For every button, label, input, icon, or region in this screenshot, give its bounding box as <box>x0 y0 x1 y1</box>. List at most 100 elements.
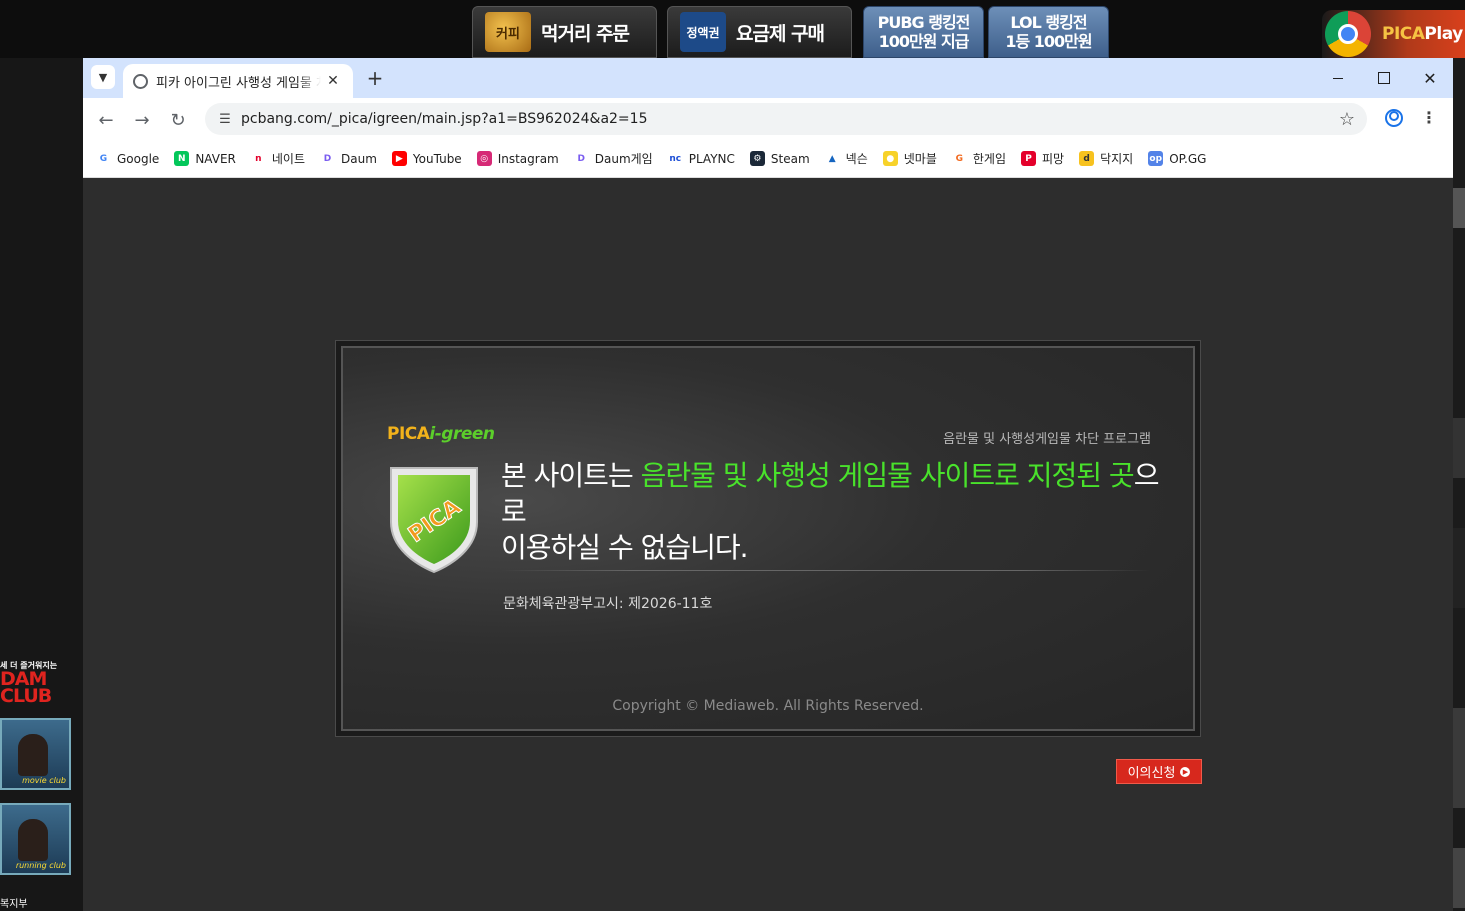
lol-ranking-line1: LOL 랭킹전 <box>1010 13 1087 32</box>
nexon-icon: ▲ <box>824 151 840 166</box>
bookmark-label: 네이트 <box>271 152 305 166</box>
active-tab[interactable]: 피카 아이그린 사행성 게임물 차단 ✕ <box>123 64 353 98</box>
new-tab-button[interactable]: + <box>365 66 385 90</box>
back-button[interactable]: ← <box>92 106 120 134</box>
page-content: PICAi-green 음란물 및 사행성게임물 차단 프로그램 PICA 본 … <box>83 178 1453 911</box>
block-notice-panel: PICAi-green 음란물 및 사행성게임물 차단 프로그램 PICA 본 … <box>341 346 1195 731</box>
lol-ranking-button[interactable]: LOL 랭킹전 1등 100만원 <box>988 6 1109 58</box>
food-order-label: 먹거리 주문 <box>541 22 630 45</box>
reload-icon: ↻ <box>170 109 186 131</box>
youtube-icon: ▶ <box>391 151 407 166</box>
pubg-ranking-button[interactable]: PUBG 랭킹전 100만원 지급 <box>863 6 984 58</box>
plan-purchase-label: 요금제 구매 <box>736 22 825 45</box>
running-club-thumbnail[interactable]: running club <box>0 803 71 875</box>
window-minimize-button[interactable] <box>1315 64 1361 92</box>
tab-strip: ▼ 피카 아이그린 사행성 게임물 차단 ✕ + ✕ <box>83 58 1453 98</box>
pubg-ranking-line1: PUBG 랭킹전 <box>877 13 971 32</box>
bookmark-item[interactable]: G Google <box>96 151 159 166</box>
block-notice-frame: PICAi-green 음란물 및 사행성게임물 차단 프로그램 PICA 본 … <box>335 340 1201 737</box>
globe-icon <box>133 73 148 89</box>
bookmark-label: 한게임 <box>972 152 1006 166</box>
address-bar[interactable]: ☰ pcbang.com/_pica/igreen/main.jsp?a1=BS… <box>205 103 1367 135</box>
bookmark-label: YouTube <box>412 151 462 166</box>
site-settings-icon[interactable]: ☰ <box>215 112 235 127</box>
bookmark-label: 넥슨 <box>845 152 868 166</box>
bookmarks-bar: G Google N NAVER n 네이트 D Daum ▶ YouTube ◎ Instagram… <box>83 140 1453 178</box>
hangame-icon: G <box>951 151 967 166</box>
naver-icon: N <box>174 151 190 166</box>
tab-search-button[interactable]: ▼ <box>91 65 115 89</box>
bookmark-label: Google <box>117 151 160 166</box>
arrow-right-icon: → <box>134 109 150 131</box>
bookmark-item[interactable]: nc PLAYNC <box>667 151 735 166</box>
bookmark-label: NAVER <box>195 151 236 166</box>
appeal-button[interactable]: 이의신청 ▶ <box>1116 759 1202 784</box>
message-prefix: 본 사이트는 <box>501 459 641 492</box>
bookmark-item[interactable]: G 한게임 <box>951 150 1006 167</box>
copyright-text: Copyright © Mediaweb. All Rights Reserve… <box>612 698 924 714</box>
chrome-icon <box>1325 11 1371 57</box>
desktop-right-panel <box>1453 58 1465 911</box>
bookmark-item[interactable]: P 피망 <box>1021 150 1064 167</box>
bookmark-item[interactable]: N NAVER <box>174 151 236 166</box>
pmang-icon: P <box>1021 151 1036 166</box>
running-club-caption: running club <box>15 861 66 870</box>
bookmark-star-icon[interactable]: ☆ <box>1339 109 1355 130</box>
bookmark-item[interactable]: D Daum <box>320 151 377 166</box>
bookmark-item[interactable]: ▶ YouTube <box>391 151 462 166</box>
window-close-button[interactable]: ✕ <box>1407 64 1453 92</box>
url-text[interactable]: pcbang.com/_pica/igreen/main.jsp?a1=BS96… <box>241 111 647 127</box>
arrow-right-circle-icon: ▶ <box>1180 766 1191 777</box>
bookmark-item[interactable]: n 네이트 <box>250 150 305 167</box>
bookmark-label: Instagram <box>497 151 559 166</box>
message-highlight: 음란물 및 사행성 게임물 사이트로 지정된 곳 <box>640 459 1135 492</box>
block-message: 본 사이트는 음란물 및 사행성 게임물 사이트로 지정된 곳으로 이용하실 수… <box>501 458 1161 566</box>
picaplay-label: PICAPlay <box>1382 24 1463 44</box>
forward-button[interactable]: → <box>128 106 156 134</box>
netmarble-icon: ● <box>882 151 898 166</box>
bookmark-item[interactable]: ● 넷마블 <box>882 150 937 167</box>
plaync-icon: nc <box>667 151 683 166</box>
window-maximize-button[interactable] <box>1361 64 1407 92</box>
message-line2: 이용하실 수 없습니다. <box>501 531 749 564</box>
bookmark-label: Daum <box>341 151 377 166</box>
dam-club-ad[interactable]: 세 더 즐거워지는 DAM CLUB <box>0 660 80 707</box>
food-order-button[interactable]: 커피 먹거리 주문 <box>472 6 657 58</box>
bookmark-item[interactable]: op OP.GG <box>1148 151 1206 166</box>
appeal-label: 이의신청 <box>1127 766 1176 781</box>
google-icon: G <box>96 151 111 166</box>
plus-icon: + <box>366 66 384 90</box>
reload-button[interactable]: ↻ <box>164 106 192 134</box>
bookmark-item[interactable]: D Daum게임 <box>573 150 653 167</box>
bookmark-item[interactable]: ⚙ Steam <box>749 151 810 166</box>
arrow-left-icon: ← <box>98 109 114 131</box>
ticket-icon: 정액권 <box>680 12 726 52</box>
instagram-icon: ◎ <box>476 151 492 166</box>
bookmark-item[interactable]: d 닥지지 <box>1079 150 1133 167</box>
profile-icon[interactable] <box>1385 109 1403 127</box>
steam-icon: ⚙ <box>749 151 765 166</box>
bookmark-item[interactable]: ◎ Instagram <box>476 151 559 166</box>
daum-game-icon: D <box>573 151 589 166</box>
plan-purchase-button[interactable]: 정액권 요금제 구매 <box>667 6 852 58</box>
bookmark-label: OP.GG <box>1169 151 1207 166</box>
tab-close-icon[interactable]: ✕ <box>325 73 341 89</box>
bookmark-label: PLAYNC <box>688 151 735 166</box>
bookmark-label: Daum게임 <box>594 152 653 166</box>
dam-club-title-line2: CLUB <box>0 685 52 707</box>
chevron-down-icon: ▼ <box>98 70 108 84</box>
dakgg-icon: d <box>1079 151 1095 166</box>
close-icon: ✕ <box>1423 68 1437 88</box>
movie-club-thumbnail[interactable]: movie club <box>0 718 71 790</box>
pica-shield-icon: PICA <box>390 467 478 574</box>
bookmark-item[interactable]: ▲ 넥슨 <box>824 150 868 167</box>
picaplay-launcher[interactable]: PICAPlay <box>1322 10 1465 58</box>
bookmark-label: Steam <box>770 151 810 166</box>
pica-igreen-logo: PICAi-green <box>387 424 495 444</box>
lol-ranking-line2: 1등 100만원 <box>1005 32 1092 51</box>
desktop-bottom-text: 복지부 <box>0 899 28 910</box>
kebab-menu-icon[interactable]: ⋮ <box>1421 108 1437 127</box>
opgg-icon: op <box>1148 151 1164 166</box>
program-label: 음란물 및 사행성게임물 차단 프로그램 <box>943 432 1151 447</box>
browser-window: ▼ 피카 아이그린 사행성 게임물 차단 ✕ + ✕ ← → ↻ ☰ pcban… <box>83 58 1453 911</box>
